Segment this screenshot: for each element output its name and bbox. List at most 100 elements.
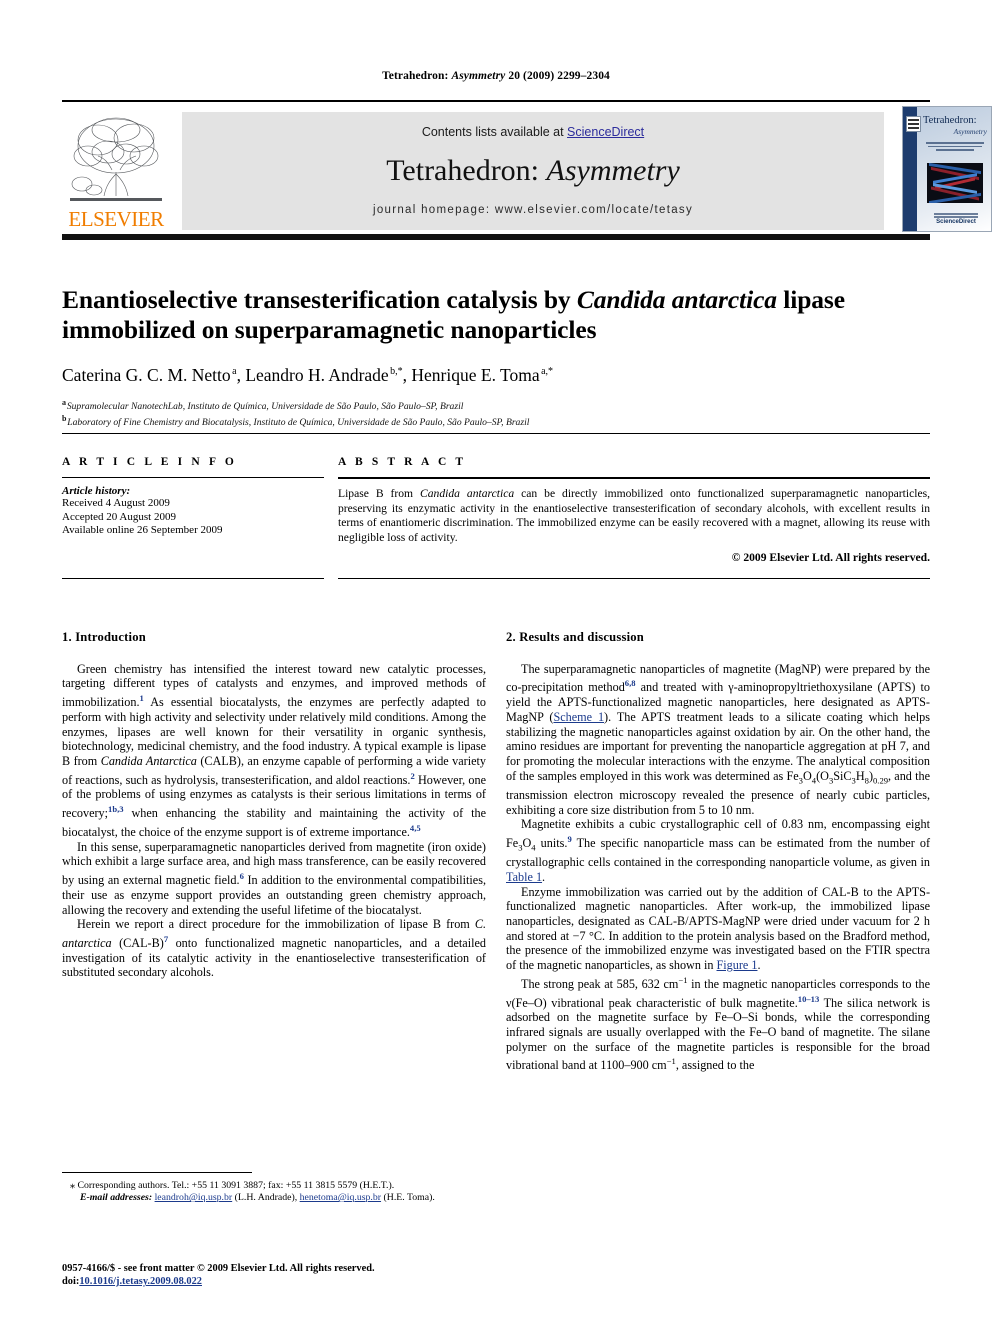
affiliation-b: b Laboratory of Fine Chemistry and Bioca… <box>62 414 530 429</box>
running-head-journal: Tetrahedron: <box>382 70 449 82</box>
imprint-block: 0957-4166/$ - see front matter © 2009 El… <box>62 1262 522 1288</box>
running-head-citation: 20 (2009) 2299–2304 <box>508 70 610 82</box>
abstract-heading: A B S T R A C T <box>338 456 467 468</box>
res-p1-f: SiC <box>833 768 852 783</box>
footnote-corresponding: ⁎ Corresponding authors. Tel.: +55 11 30… <box>62 1180 486 1192</box>
cover-title: Tetrahedron: Asymmetry <box>923 115 987 137</box>
author-affil-marker-b: b,* <box>390 366 403 377</box>
email-owner-andrade: (L.H. Andrade), <box>232 1192 300 1204</box>
abstract-copyright: © 2009 Elsevier Ltd. All rights reserved… <box>731 551 930 565</box>
res-p3-b: . <box>757 958 761 973</box>
article-history-heading: Article history: <box>62 485 131 497</box>
sciencedirect-link[interactable]: ScienceDirect <box>567 125 644 139</box>
masthead-bottom-rule <box>62 234 930 240</box>
journal-cover-thumbnail: Tetrahedron: Asymmetry ScienceDirect <box>902 106 992 232</box>
res-p4-d: , assigned to the <box>675 1058 755 1073</box>
abstract-block: A B S T R A C T Lipase B from Candida an… <box>338 456 930 564</box>
footnote-corresponding-text: Corresponding authors. Tel.: +55 11 3091… <box>77 1180 395 1191</box>
citation-ref-6-8[interactable]: 6,8 <box>625 678 636 688</box>
article-history-available: Available online 26 September 2009 <box>62 524 223 537</box>
paragraph-intro-3: Herein we report a direct procedure for … <box>62 917 486 980</box>
email-owner-toma: (H.E. Toma). <box>381 1192 435 1204</box>
doi-label: doi: <box>62 1276 80 1287</box>
body-column-left: 1. Introduction Green chemistry has inte… <box>62 630 486 980</box>
scheme-1-link[interactable]: Scheme 1 <box>553 710 604 724</box>
formula-sub-029: 0.29 <box>873 775 889 786</box>
res-p1-g: H <box>855 768 865 783</box>
article-info-rule <box>62 477 324 478</box>
abstract-text: Lipase B from Candida antarctica can be … <box>338 487 930 545</box>
title-block: Enantioselective transesterification cat… <box>62 285 930 430</box>
res-p1-e: (O <box>816 768 829 783</box>
running-head: Tetrahedron: Asymmetry 20 (2009) 2299–23… <box>0 70 992 82</box>
running-head-journal-italic: Asymmetry <box>451 70 506 82</box>
footnote-emails: E-mail addresses: leandroh@iq.usp.br (L.… <box>62 1192 486 1204</box>
paragraph-intro-2: In this sense, superparamagnetic nanopar… <box>62 840 486 918</box>
figure-1-link[interactable]: Figure 1 <box>717 958 758 972</box>
citation-ref-1b-3[interactable]: 1b,3 <box>108 804 124 814</box>
contents-available-line: Contents lists available at ScienceDirec… <box>182 125 884 139</box>
paper-page: Tetrahedron: Asymmetry 20 (2009) 2299–23… <box>0 0 992 1323</box>
intro-p3-a: Herein we report a direct procedure for … <box>77 917 475 932</box>
title-part-1: Enantioselective transesterification cat… <box>62 285 577 314</box>
cover-subtitle-text: Asymmetry <box>953 127 987 136</box>
paragraph-results-2: Magnetite exhibits a cubic crystallograp… <box>506 817 930 884</box>
journal-title-main: Tetrahedron: <box>386 154 547 187</box>
title-species-italic: Candida antarctica <box>576 285 777 314</box>
email-link-toma[interactable]: henetoma@iq.usp.br <box>300 1192 381 1203</box>
imprint-doi: doi:10.1016/j.tetasy.2009.08.022 <box>62 1275 522 1288</box>
citation-ref-4-5[interactable]: 4,5 <box>410 823 421 833</box>
footnote-block: ⁎ Corresponding authors. Tel.: +55 11 30… <box>62 1180 486 1204</box>
cover-blurb-lines <box>923 140 987 156</box>
affiliation-b-text: Laboratory of Fine Chemistry and Biocata… <box>67 417 530 429</box>
journal-homepage-line[interactable]: journal homepage: www.elsevier.com/locat… <box>182 204 884 216</box>
intro-p3-b: (CAL-B) <box>111 936 164 951</box>
masthead-top-rule <box>62 100 930 102</box>
article-history-accepted: Accepted 20 August 2009 <box>62 510 176 523</box>
section-heading-results: 2. Results and discussion <box>506 630 644 644</box>
citation-ref-10-13[interactable]: 10–13 <box>798 994 819 1004</box>
elsevier-logo: ELSEVIER <box>64 112 168 230</box>
footnote-divider <box>62 1172 252 1173</box>
affiliation-a: a Supramolecular NanotechLab, Instituto … <box>62 397 464 413</box>
abstract-rule <box>338 477 930 479</box>
abstract-species-italic: Candida antarctica <box>420 487 515 500</box>
abstract-bottom-rule <box>338 578 930 579</box>
doi-link[interactable]: 10.1016/j.tetasy.2009.08.022 <box>79 1276 202 1287</box>
article-info-bottom-rule <box>62 578 324 579</box>
article-info-heading: A R T I C L E I N F O <box>62 456 237 468</box>
table-1-link[interactable]: Table 1 <box>506 870 542 884</box>
paragraph-results-1: The superparamagnetic nanoparticles of m… <box>506 662 930 818</box>
affiliation-a-text: Supramolecular NanotechLab, Instituto de… <box>66 401 464 413</box>
cover-barcode-icon <box>906 116 921 132</box>
res-p2-b: O <box>522 836 532 850</box>
paragraph-results-4: The strong peak at 585, 632 cm−1 in the … <box>506 973 930 1073</box>
section-heading-introduction: 1. Introduction <box>62 630 146 644</box>
article-history-received: Received 4 August 2009 <box>62 497 170 509</box>
contents-prefix: Contents lists available at <box>421 125 568 139</box>
cover-footer-brand-text: ScienceDirect <box>936 219 976 225</box>
email-addresses-label: E-mail addresses: <box>80 1192 153 1204</box>
res-p2-c: units. <box>535 836 568 850</box>
res-p2-e: . <box>542 869 546 884</box>
intro-p1-e: when enhancing the stability and maintai… <box>62 806 486 839</box>
affiliation-list: a Supramolecular NanotechLab, Instituto … <box>62 397 930 430</box>
title-divider <box>62 433 930 434</box>
paragraph-results-3: Enzyme immobilization was carried out by… <box>506 885 930 973</box>
unit-exponent-2: −1 <box>666 1056 676 1067</box>
intro-p1-species: Candida Antarctica <box>100 753 197 768</box>
imprint-front-matter: 0957-4166/$ - see front matter © 2009 El… <box>62 1263 375 1274</box>
paragraph-intro-1: Green chemistry has intensified the inte… <box>62 662 486 840</box>
res-p4-a: The strong peak at 585, 632 cm <box>521 976 679 991</box>
unit-exponent-1: −1 <box>678 974 688 985</box>
asterisk-icon: ⁎ <box>70 1180 75 1191</box>
masthead-center-band: Contents lists available at ScienceDirec… <box>182 112 884 230</box>
author-affil-marker-c: a,* <box>541 366 554 377</box>
elsevier-wordmark: ELSEVIER <box>68 207 164 231</box>
cover-title-text: Tetrahedron: <box>923 115 977 126</box>
email-link-andrade[interactable]: leandroh@iq.usp.br <box>155 1192 233 1203</box>
journal-title-italic: Asymmetry <box>546 154 680 187</box>
cover-artwork <box>927 163 983 203</box>
author-affil-marker-a: a <box>232 366 237 377</box>
abstract-part-1: Lipase B from <box>338 487 421 500</box>
